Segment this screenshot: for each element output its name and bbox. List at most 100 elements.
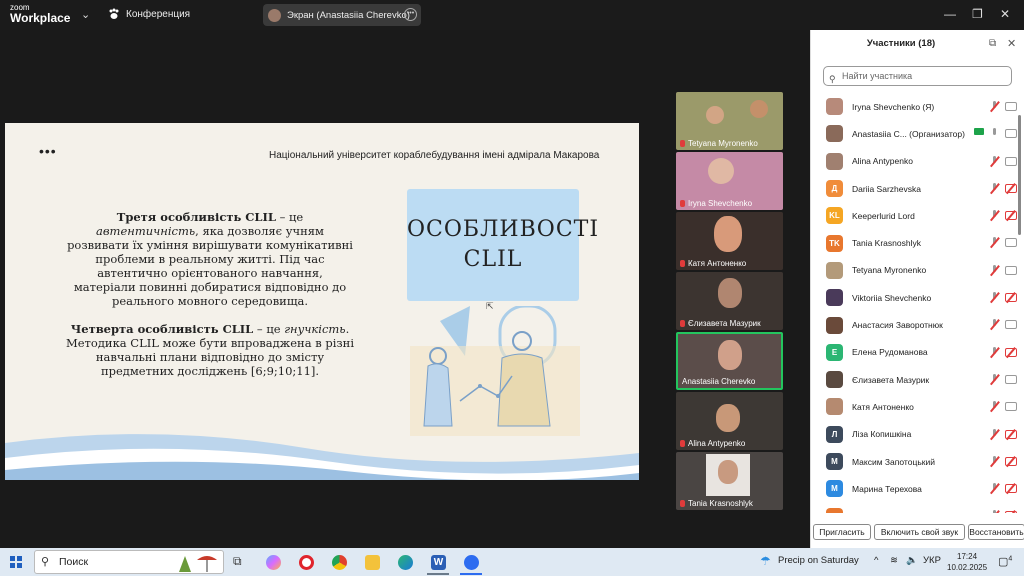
close-button[interactable]: ✕ (1000, 7, 1010, 21)
participant-row[interactable]: Anastasiia C... (Организатор) (811, 120, 1017, 147)
participant-row[interactable]: Анастасия Заворотнюк (811, 311, 1017, 338)
taskbar-search[interactable]: ⚲ Поиск (34, 550, 224, 574)
file-explorer-icon[interactable] (365, 555, 380, 570)
camera-icon (1005, 102, 1017, 111)
volume-icon[interactable]: 🔈 (906, 555, 918, 566)
tile-name: Катя Антоненко (688, 259, 747, 268)
tile-name: Alina Antypenko (688, 439, 746, 448)
scrollbar[interactable] (1017, 90, 1022, 490)
search-input[interactable]: ⚲ Найти участника (823, 66, 1012, 86)
participant-row[interactable]: О Оксана Максименко (811, 502, 1017, 513)
close-icon[interactable]: ✕ (1007, 37, 1016, 50)
unmute-button[interactable]: Включить свой звук (874, 524, 965, 540)
participant-row[interactable]: Iryna Shevchenko (Я) (811, 93, 1017, 120)
panel-title: Участники (18) (866, 38, 936, 49)
camera-icon (1005, 238, 1017, 248)
avatar (826, 152, 843, 170)
participant-row[interactable]: Д Dariia Sarzhevska (811, 175, 1017, 202)
camera-off-icon (1005, 429, 1017, 439)
task-view-icon[interactable]: ⧉ (233, 554, 248, 569)
participant-name: Viktoriia Shevchenko (852, 292, 932, 303)
word-icon[interactable]: W (431, 555, 446, 570)
windows-start-icon[interactable] (10, 556, 22, 568)
avatar (268, 8, 281, 22)
opera-icon[interactable] (299, 555, 314, 570)
copilot-icon[interactable] (266, 555, 281, 570)
participant-name: Dariia Sarzhevska (852, 183, 921, 194)
participant-row[interactable]: TK Tania Krasnoshlyk (811, 229, 1017, 256)
participant-name: Максим Запотоцький (852, 456, 935, 467)
participant-row[interactable]: М Марина Терехова (811, 475, 1017, 502)
participant-row[interactable]: Alina Antypenko (811, 148, 1017, 175)
participant-name: Ліза Копишкіна (852, 429, 912, 440)
illustration (410, 306, 580, 436)
participant-name: Anastasiia C... (Организатор) (852, 128, 965, 139)
participant-row[interactable]: Tetyana Myronenko (811, 257, 1017, 284)
screen-share-indicator[interactable]: Экран (Anastasiia Cherevko) ••• (263, 4, 421, 26)
participant-name: Анастасия Заворотнюк (852, 320, 943, 331)
university-header: Національний університет кораблебудуванн… (269, 150, 600, 161)
video-tile[interactable]: Єлизавета Мазурик (676, 272, 783, 330)
camera-off-icon (1005, 211, 1017, 221)
participant-row[interactable]: KL Keeperlurid Lord (811, 202, 1017, 229)
avatar (826, 98, 843, 116)
mic-icon (990, 128, 999, 139)
more-icon[interactable]: ••• (404, 8, 417, 21)
slide-title-box: ОСОБЛИВОСТІ CLIL (407, 189, 598, 301)
video-tile[interactable]: Tetyana Myronenko (676, 92, 783, 150)
restore-button[interactable]: ❐ (972, 7, 983, 21)
restore-audio-button[interactable]: Восстановить (968, 524, 1024, 540)
tray-chevron-icon[interactable]: ^ (874, 555, 878, 566)
participant-row[interactable]: Viktoriia Shevchenko (811, 284, 1017, 311)
avatar: М (826, 453, 843, 470)
participant-name: Єлизавета Мазурик (852, 374, 930, 385)
avatar: Д (826, 180, 843, 198)
mic-muted-icon (680, 200, 685, 207)
participant-row[interactable]: Е Елена Рудоманова (811, 339, 1017, 366)
taskbar: ⚲ Поиск ⧉ W ☂ Precip on Saturday ^ ≋ 🔈 У… (0, 548, 1024, 576)
participant-row[interactable]: Катя Антоненко (811, 393, 1017, 420)
invite-button[interactable]: Пригласить (813, 524, 871, 540)
notification-icon[interactable]: ▢4 (998, 555, 1012, 568)
participant-name: Катя Антоненко (852, 401, 914, 412)
avatar: TK (826, 234, 843, 252)
participant-status (990, 319, 1017, 330)
mic-muted-icon (990, 237, 999, 248)
avatar (826, 371, 843, 389)
edge-icon[interactable] (398, 555, 413, 570)
mic-muted-icon (990, 210, 999, 221)
zoom-icon[interactable] (464, 555, 479, 570)
minimize-button[interactable]: — (944, 7, 956, 21)
participant-row[interactable]: М Максим Запотоцький (811, 448, 1017, 475)
participant-row[interactable]: Єлизавета Мазурик (811, 366, 1017, 393)
mic-muted-icon (990, 510, 999, 513)
mic-muted-icon (680, 440, 685, 447)
mic-muted-icon (990, 264, 999, 276)
language-indicator[interactable]: УКР (923, 555, 941, 566)
popout-icon[interactable]: ⧉ (989, 38, 996, 49)
participant-row[interactable]: Л Ліза Копишкіна (811, 421, 1017, 448)
avatar (826, 398, 843, 416)
chrome-icon[interactable] (332, 555, 347, 570)
avatar (826, 125, 843, 143)
camera-off-icon (1005, 183, 1017, 193)
chevron-down-icon[interactable]: ⌄ (81, 8, 90, 21)
video-tile[interactable]: Alina Antypenko (676, 392, 783, 450)
participant-status (990, 428, 1017, 440)
weather-text[interactable]: Precip on Saturday (778, 555, 859, 566)
share-indicator-icon (974, 128, 984, 136)
video-tile-active-speaker[interactable]: Anastasiia Cherevko (676, 332, 783, 390)
mic-muted-icon (990, 428, 999, 440)
video-tile[interactable]: Катя Антоненко (676, 212, 783, 270)
weather-icon[interactable]: ☂ (760, 554, 771, 568)
meeting-menu[interactable]: Конференция (108, 8, 190, 20)
camera-off-icon (1005, 484, 1017, 494)
clock[interactable]: 17:24 10.02.2025 (947, 551, 987, 573)
video-tile[interactable]: Iryna Shevchenko (676, 152, 783, 210)
mic-muted-icon (990, 182, 999, 194)
avatar (826, 289, 843, 307)
video-tile[interactable]: Tania Krasnoshlyk (676, 452, 783, 510)
participant-status (990, 237, 1017, 248)
network-icon[interactable]: ≋ (890, 555, 898, 566)
camera-off-icon (1005, 347, 1017, 357)
